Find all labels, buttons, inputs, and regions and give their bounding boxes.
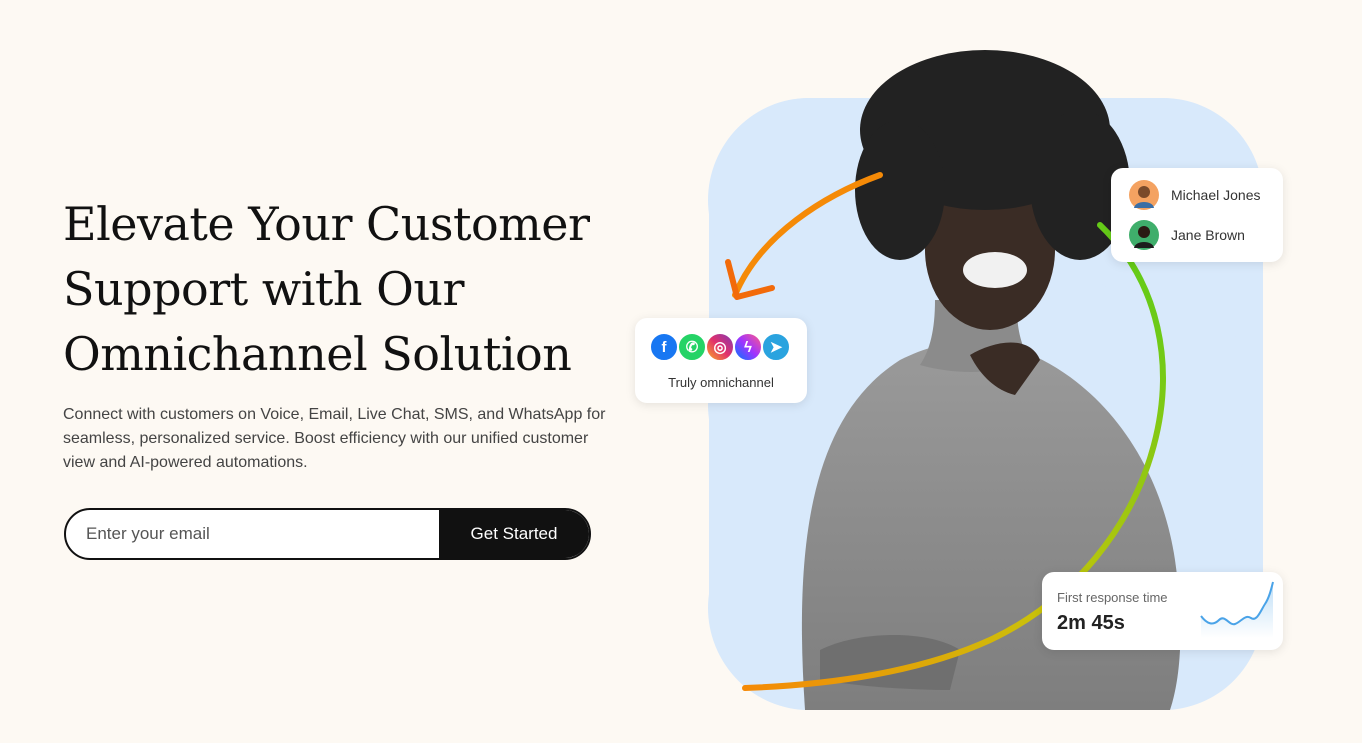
metric-label: First response time [1057, 590, 1168, 605]
whatsapp-icon: ✆ [677, 332, 707, 362]
hero-title-line-2: Support with Our [63, 262, 464, 316]
hero-title-line-3: Omnichannel Solution [63, 327, 572, 381]
sparkline-chart [1200, 581, 1274, 638]
user-icon [1134, 226, 1154, 248]
metric-value: 2m 45s [1057, 612, 1125, 634]
facebook-icon: f [649, 332, 679, 362]
metric-card: First response time 2m 45s [1042, 572, 1283, 650]
agents-card: Michael Jones Jane Brown [1111, 168, 1283, 262]
hero-description: Connect with customers on Voice, Email, … [63, 406, 606, 471]
get-started-button[interactable]: Get Started [439, 510, 589, 558]
email-input[interactable] [66, 510, 439, 558]
agent-name: Jane Brown [1171, 227, 1245, 243]
hero-visual: f ✆ ◎ ϟ ➤ Truly omnichannel Michael Jone… [600, 0, 1362, 743]
channel-icons: f ✆ ◎ ϟ ➤ [649, 332, 791, 362]
instagram-icon: ◎ [705, 332, 735, 362]
telegram-icon: ➤ [761, 332, 791, 362]
agent-name: Michael Jones [1171, 187, 1261, 203]
avatar [1129, 180, 1159, 210]
agent-row: Michael Jones [1129, 180, 1261, 210]
signup-form: Get Started [64, 508, 591, 560]
agent-row: Jane Brown [1129, 220, 1245, 250]
hero-title: Elevate Your Customer Support with Our O… [63, 192, 623, 387]
avatar [1129, 220, 1159, 250]
messenger-icon: ϟ [733, 332, 763, 362]
user-icon [1134, 186, 1154, 208]
hero-title-line-1: Elevate Your Customer [63, 197, 590, 251]
channels-card: f ✆ ◎ ϟ ➤ Truly omnichannel [635, 318, 807, 403]
channels-label: Truly omnichannel [668, 375, 774, 390]
